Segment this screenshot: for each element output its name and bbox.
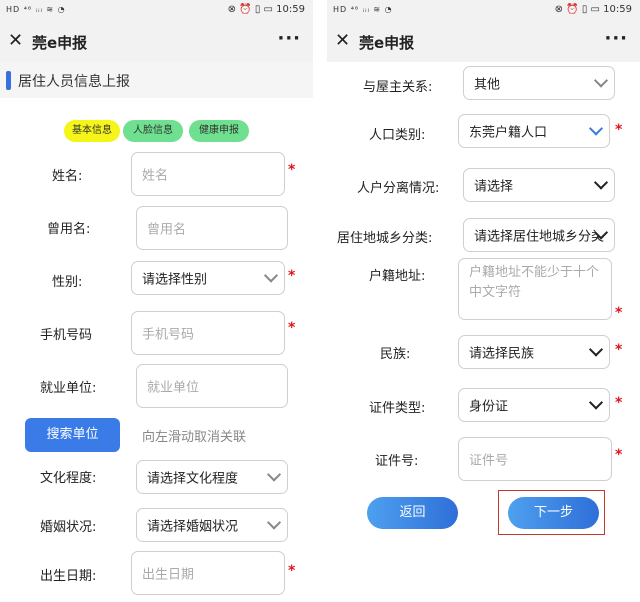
id-type-value: 身份证 <box>469 399 509 415</box>
marital-value: 请选择婚姻状况 <box>147 519 239 535</box>
household-address-label: 户籍地址: <box>369 269 426 284</box>
former-name-input[interactable]: 曾用名 <box>136 206 288 250</box>
education-label: 文化程度: <box>40 471 97 486</box>
swipe-hint: 向左滑动取消关联 <box>142 430 247 445</box>
urban-rural-select[interactable]: 请选择居住地城乡分类 <box>463 218 615 252</box>
required-mark: * <box>615 342 623 358</box>
required-mark: * <box>288 320 296 336</box>
required-mark: * <box>288 162 296 178</box>
required-mark: * <box>615 122 623 138</box>
education-value: 请选择文化程度 <box>147 471 239 487</box>
employer-label: 就业单位: <box>40 381 97 396</box>
marital-label: 婚姻状况: <box>40 520 97 535</box>
status-right: ⊗ ⏰ ▯ ▭ 10:59 <box>554 4 632 15</box>
gender-select[interactable]: 请选择性别 <box>131 261 285 295</box>
name-placeholder: 姓名 <box>142 168 169 184</box>
chevron-down-icon <box>588 342 604 357</box>
chevron-down-icon <box>263 268 279 283</box>
required-mark: * <box>615 305 623 321</box>
app-title: 莞e申报 <box>359 34 415 52</box>
relation-label: 与屋主关系: <box>363 80 433 95</box>
tab-health-declaration[interactable]: 健康申报 <box>189 120 249 142</box>
back-button[interactable]: 返回 <box>367 497 458 529</box>
section-header: 居住人员信息上报 <box>0 62 313 98</box>
required-mark: * <box>615 447 623 463</box>
chevron-down-icon <box>593 73 609 88</box>
required-mark: * <box>288 563 296 579</box>
population-type-label: 人口类别: <box>369 128 426 143</box>
population-type-value: 东莞户籍人口 <box>469 125 548 141</box>
app-title: 莞e申报 <box>32 34 88 52</box>
search-employer-button[interactable]: 搜索单位 <box>25 418 120 452</box>
birth-date-input[interactable]: 出生日期 <box>131 551 285 595</box>
phone-screen-right: HD ⁴⁶ ᵢᵢₗ ≋ ◔ ⊗ ⏰ ▯ ▭ 10:59 ✕ 莞e申报 ··· 与… <box>327 0 640 602</box>
gender-value: 请选择性别 <box>142 272 208 288</box>
section-title: 居住人员信息上报 <box>18 74 130 90</box>
household-address-textarea[interactable]: 户籍地址不能少于十个中文字符 <box>458 258 612 320</box>
urban-rural-value: 请选择居住地城乡分类 <box>474 229 605 245</box>
nav-bar: ✕ 莞e申报 ··· <box>0 22 313 62</box>
household-separation-select[interactable]: 请选择 <box>463 168 615 202</box>
chevron-down-icon <box>588 395 604 410</box>
status-right: ⊗ ⏰ ▯ ▭ 10:59 <box>227 4 305 15</box>
relation-select[interactable]: 其他 <box>463 66 615 100</box>
employer-placeholder: 就业单位 <box>147 380 200 396</box>
tab-basic-info[interactable]: 基本信息 <box>64 120 120 142</box>
ethnicity-select[interactable]: 请选择民族 <box>458 335 610 369</box>
status-left: HD ⁴⁶ ᵢᵢₗ ≋ ◔ <box>333 5 393 14</box>
urban-rural-label: 居住地城乡分类: <box>337 231 433 246</box>
id-number-input[interactable]: 证件号 <box>458 437 612 481</box>
more-icon[interactable]: ··· <box>277 28 301 49</box>
chevron-down-icon <box>266 515 282 530</box>
relation-value: 其他 <box>474 77 501 93</box>
id-type-select[interactable]: 身份证 <box>458 388 610 422</box>
status-left: HD ⁴⁶ ᵢᵢₗ ≋ ◔ <box>6 5 66 14</box>
former-name-placeholder: 曾用名 <box>147 222 187 238</box>
chevron-down-icon <box>593 175 609 190</box>
chevron-down-icon <box>266 467 282 482</box>
close-icon[interactable]: ✕ <box>8 30 23 51</box>
more-icon[interactable]: ··· <box>604 28 628 49</box>
id-number-label: 证件号: <box>375 454 419 469</box>
name-input[interactable]: 姓名 <box>131 152 285 196</box>
gender-label: 性别: <box>52 275 83 290</box>
phone-screen-left: HD ⁴⁶ ᵢᵢₗ ≋ ◔ ⊗ ⏰ ▯ ▭ 10:59 ✕ 莞e申报 ··· 居… <box>0 0 313 602</box>
household-address-placeholder: 户籍地址不能少于十个中文字符 <box>469 265 600 300</box>
name-label: 姓名: <box>52 169 83 184</box>
ethnicity-label: 民族: <box>380 347 411 362</box>
chevron-down-icon <box>588 121 604 136</box>
tab-face-info[interactable]: 人脸信息 <box>123 120 183 142</box>
required-mark: * <box>615 395 623 411</box>
phone-input[interactable]: 手机号码 <box>131 311 285 355</box>
required-mark: * <box>288 268 296 284</box>
household-separation-label: 人户分离情况: <box>357 181 440 196</box>
close-icon[interactable]: ✕ <box>335 30 350 51</box>
birth-date-label: 出生日期: <box>40 569 97 584</box>
phone-placeholder: 手机号码 <box>142 327 195 343</box>
status-bar: HD ⁴⁶ ᵢᵢₗ ≋ ◔ ⊗ ⏰ ▯ ▭ 10:59 <box>0 0 313 22</box>
employer-input[interactable]: 就业单位 <box>136 364 288 408</box>
status-bar: HD ⁴⁶ ᵢᵢₗ ≋ ◔ ⊗ ⏰ ▯ ▭ 10:59 <box>327 0 640 22</box>
ethnicity-value: 请选择民族 <box>469 346 535 362</box>
nav-bar: ✕ 莞e申报 ··· <box>327 22 640 62</box>
section-accent-bar <box>6 71 11 90</box>
screenshot-divider <box>313 0 327 602</box>
id-type-label: 证件类型: <box>369 401 426 416</box>
phone-label: 手机号码 <box>40 328 93 343</box>
education-select[interactable]: 请选择文化程度 <box>136 460 288 494</box>
household-separation-value: 请选择 <box>474 179 514 195</box>
id-number-placeholder: 证件号 <box>469 453 509 469</box>
former-name-label: 曾用名: <box>47 222 91 237</box>
population-type-select[interactable]: 东莞户籍人口 <box>458 114 610 148</box>
birth-date-placeholder: 出生日期 <box>142 567 195 583</box>
next-step-button[interactable]: 下一步 <box>508 497 599 529</box>
marital-select[interactable]: 请选择婚姻状况 <box>136 508 288 542</box>
